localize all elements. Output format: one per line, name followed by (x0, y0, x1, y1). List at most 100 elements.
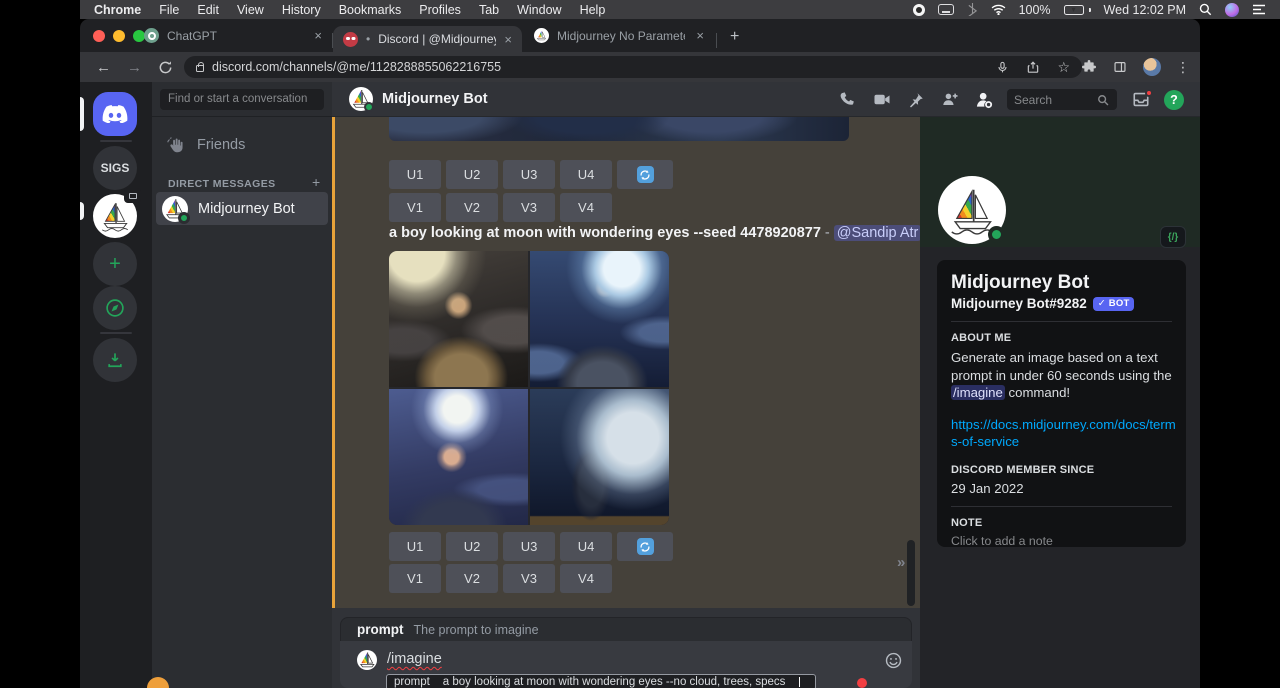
reload-button[interactable] (158, 60, 173, 75)
tab-midjourney[interactable]: Midjourney No Parameter × (524, 19, 714, 52)
server-sigs-button[interactable]: SIGS (93, 146, 137, 190)
close-tab-icon[interactable]: × (696, 28, 704, 43)
inbox-button[interactable] (1130, 89, 1151, 110)
close-tab-icon[interactable]: × (314, 28, 322, 43)
sidebar-item-friends[interactable]: Friends (156, 130, 328, 160)
v2-button[interactable]: V2 (446, 193, 498, 222)
search-input[interactable]: Search (1007, 89, 1117, 110)
message-composer[interactable]: /imagine prompt a boy looking at moon wi… (340, 641, 912, 688)
close-tab-icon[interactable]: × (504, 32, 512, 47)
add-server-button[interactable]: + (93, 242, 137, 286)
u3-button[interactable]: U3 (503, 160, 555, 189)
toolbar-right: ⋮ (1081, 52, 1190, 82)
menu-item-tab[interactable]: Tab (479, 3, 499, 17)
generated-image-grid[interactable] (389, 251, 669, 525)
pinned-messages-button[interactable] (905, 89, 926, 110)
u1-button[interactable]: U1 (389, 160, 441, 189)
url-text[interactable]: discord.com/channels/@me/112828885506221… (212, 60, 501, 74)
bluetooth-icon[interactable] (967, 3, 978, 16)
u4-button[interactable]: U4 (560, 532, 612, 561)
screen-record-icon[interactable] (913, 4, 925, 16)
explore-servers-button[interactable] (93, 286, 137, 330)
u4-button[interactable]: U4 (560, 160, 612, 189)
voice-search-icon[interactable] (996, 60, 1009, 75)
tab-chatgpt[interactable]: ChatGPT × (134, 19, 332, 52)
start-video-call-button[interactable] (871, 89, 892, 110)
discord-home-button[interactable] (93, 92, 137, 136)
help-button[interactable]: ? (1164, 90, 1184, 110)
prompt-option-field[interactable]: prompt a boy looking at moon with wonder… (386, 674, 816, 688)
add-friends-to-dm-button[interactable] (939, 89, 960, 110)
profile-avatar[interactable] (1143, 58, 1161, 76)
dm-header[interactable]: DIRECT MESSAGES (168, 178, 276, 190)
terms-of-service-link[interactable]: https://docs.midjourney.com/docs/terms-o… (951, 416, 1177, 450)
grid-image-4[interactable] (530, 389, 669, 525)
back-button[interactable]: ← (96, 59, 111, 76)
keyboard-icon[interactable] (938, 4, 954, 15)
conversation-search-input[interactable]: Find or start a conversation (160, 89, 324, 110)
imagine-command-chip[interactable]: /imagine (951, 385, 1005, 400)
menu-item-bookmarks[interactable]: Bookmarks (339, 3, 402, 17)
menubar-clock[interactable]: Wed 12:02 PM (1104, 3, 1186, 17)
chat-scrollbar-thumb[interactable] (907, 540, 915, 606)
lock-icon[interactable] (196, 65, 204, 72)
address-bar[interactable]: discord.com/channels/@me/112828885506221… (184, 56, 1082, 78)
u2-button[interactable]: U2 (446, 160, 498, 189)
grid-image-1[interactable] (389, 251, 528, 387)
battery-icon: ▾ (1064, 5, 1091, 15)
menu-item-edit[interactable]: Edit (197, 3, 219, 17)
extensions-puzzle-icon[interactable] (1081, 59, 1097, 75)
v2-button[interactable]: V2 (446, 564, 498, 593)
tab-discord-active[interactable]: • Discord | @Midjourney Bot × (333, 26, 522, 52)
reroll-button[interactable] (617, 532, 673, 561)
dm-item-midjourney-bot[interactable]: Midjourney Bot (156, 192, 328, 225)
message-text: a boy looking at moon with wondering eye… (389, 225, 913, 241)
forward-button[interactable]: → (127, 59, 142, 76)
v3-button[interactable]: V3 (503, 193, 555, 222)
emoji-picker-button[interactable] (884, 651, 903, 670)
new-tab-button[interactable]: + (730, 28, 739, 46)
u3-button[interactable]: U3 (503, 532, 555, 561)
minimize-window-button[interactable] (113, 30, 125, 42)
side-panel-icon[interactable] (1112, 60, 1128, 74)
close-window-button[interactable] (93, 30, 105, 42)
note-input[interactable]: Click to add a note (951, 534, 1172, 547)
v4-button[interactable]: V4 (560, 193, 612, 222)
wifi-icon[interactable] (991, 4, 1006, 15)
control-center-icon[interactable] (1252, 4, 1266, 15)
bookmark-star-icon[interactable]: ☆ (1057, 59, 1070, 76)
menu-item-window[interactable]: Window (517, 3, 561, 17)
slash-command-text[interactable]: /imagine (387, 651, 442, 667)
menu-item-profiles[interactable]: Profiles (419, 3, 461, 17)
grid-image-3[interactable] (389, 389, 528, 525)
siri-icon[interactable] (1225, 3, 1239, 17)
menu-item-help[interactable]: Help (580, 3, 606, 17)
user-mention[interactable]: @Sandip Atr (834, 225, 922, 241)
share-icon[interactable] (1026, 60, 1040, 75)
v3-button[interactable]: V3 (503, 564, 555, 593)
menu-item-history[interactable]: History (282, 3, 321, 17)
download-apps-button[interactable] (93, 338, 137, 382)
spotlight-icon[interactable] (1199, 3, 1212, 16)
grid-image-2[interactable] (530, 251, 669, 387)
v1-button[interactable]: V1 (389, 564, 441, 593)
discord-favicon (343, 32, 358, 47)
v4-button[interactable]: V4 (560, 564, 612, 593)
start-voice-call-button[interactable] (837, 89, 858, 110)
channel-title: Midjourney Bot (382, 91, 488, 107)
u1-button[interactable]: U1 (389, 532, 441, 561)
v1-button[interactable]: V1 (389, 193, 441, 222)
reroll-button[interactable] (617, 160, 673, 189)
show-user-profile-toggle[interactable] (973, 89, 994, 110)
u2-button[interactable]: U2 (446, 532, 498, 561)
prompt-field-value[interactable]: a boy looking at moon with wondering eye… (443, 676, 786, 688)
menu-item-file[interactable]: File (159, 3, 179, 17)
midjourney-favicon (534, 28, 549, 43)
menu-app-name[interactable]: Chrome (94, 3, 141, 17)
browser-menu-icon[interactable]: ⋮ (1176, 59, 1190, 76)
previous-grid-image[interactable] (389, 117, 849, 141)
macos-menubar: Chrome File Edit View History Bookmarks … (80, 0, 1280, 19)
create-dm-icon[interactable]: + (312, 174, 320, 190)
forward-message-icon[interactable]: » (897, 554, 903, 571)
menu-item-view[interactable]: View (237, 3, 264, 17)
